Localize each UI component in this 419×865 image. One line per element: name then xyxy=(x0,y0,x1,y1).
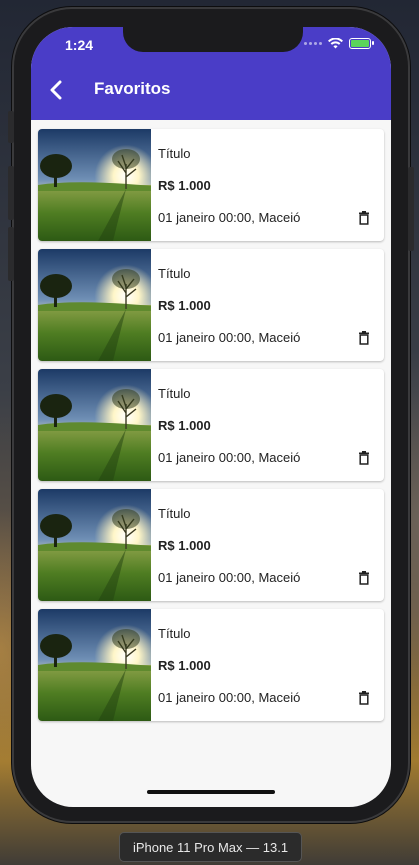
listing-date-location: 01 janeiro 00:00, Maceió xyxy=(158,690,301,705)
trash-icon xyxy=(359,571,369,585)
status-time: 1:24 xyxy=(65,37,94,53)
delete-button[interactable] xyxy=(358,451,370,465)
delete-button[interactable] xyxy=(358,691,370,705)
volume-down-button xyxy=(8,227,14,281)
chevron-left-icon xyxy=(50,80,62,100)
listing-image xyxy=(38,609,151,721)
listing-info: Título R$ 1.000 01 janeiro 00:00, Maceió xyxy=(151,609,384,721)
favorite-card[interactable]: Título R$ 1.000 01 janeiro 00:00, Maceió xyxy=(38,129,384,241)
app-screen: 1:24 Favoritos Título R$ 1.000 01 janeir… xyxy=(31,27,391,807)
delete-button[interactable] xyxy=(358,211,370,225)
listing-info: Título R$ 1.000 01 janeiro 00:00, Maceió xyxy=(151,129,384,241)
simulator-device-label: iPhone 11 Pro Max — 13.1 xyxy=(119,832,302,862)
listing-date-location: 01 janeiro 00:00, Maceió xyxy=(158,210,301,225)
listing-price: R$ 1.000 xyxy=(158,418,211,433)
app-bar: 1:24 Favoritos xyxy=(31,27,391,120)
trash-icon xyxy=(359,691,369,705)
listing-image xyxy=(38,489,151,601)
listing-date-location: 01 janeiro 00:00, Maceió xyxy=(158,450,301,465)
trash-icon xyxy=(359,211,369,225)
listing-date-location: 01 janeiro 00:00, Maceió xyxy=(158,330,301,345)
listing-price: R$ 1.000 xyxy=(158,658,211,673)
listing-info: Título R$ 1.000 01 janeiro 00:00, Maceió xyxy=(151,249,384,361)
listing-image xyxy=(38,249,151,361)
listing-date-location: 01 janeiro 00:00, Maceió xyxy=(158,570,301,585)
favorites-list: Título R$ 1.000 01 janeiro 00:00, Maceió xyxy=(38,129,384,729)
favorite-card[interactable]: Título R$ 1.000 01 janeiro 00:00, Maceió xyxy=(38,369,384,481)
listing-info: Título R$ 1.000 01 janeiro 00:00, Maceió xyxy=(151,369,384,481)
favorite-card[interactable]: Título R$ 1.000 01 janeiro 00:00, Maceió xyxy=(38,609,384,721)
status-icons xyxy=(304,38,374,49)
listing-price: R$ 1.000 xyxy=(158,178,211,193)
volume-up-button xyxy=(8,166,14,220)
notch xyxy=(123,27,303,52)
listing-image xyxy=(38,369,151,481)
battery-icon xyxy=(349,38,374,49)
listing-image xyxy=(38,129,151,241)
trash-icon xyxy=(359,451,369,465)
wifi-icon xyxy=(328,38,343,49)
home-indicator[interactable] xyxy=(147,790,275,794)
mute-switch xyxy=(8,111,14,143)
power-button xyxy=(408,167,414,251)
listing-title: Título xyxy=(158,506,191,521)
back-button[interactable] xyxy=(41,75,71,105)
listing-title: Título xyxy=(158,266,191,281)
favorite-card[interactable]: Título R$ 1.000 01 janeiro 00:00, Maceió xyxy=(38,489,384,601)
delete-button[interactable] xyxy=(358,331,370,345)
iphone-frame: 1:24 Favoritos Título R$ 1.000 01 janeir… xyxy=(8,9,414,821)
listing-info: Título R$ 1.000 01 janeiro 00:00, Maceió xyxy=(151,489,384,601)
delete-button[interactable] xyxy=(358,571,370,585)
trash-icon xyxy=(359,331,369,345)
listing-title: Título xyxy=(158,626,191,641)
page-title: Favoritos xyxy=(94,79,171,98)
signal-icon xyxy=(304,42,322,45)
listing-title: Título xyxy=(158,146,191,161)
listing-price: R$ 1.000 xyxy=(158,298,211,313)
listing-title: Título xyxy=(158,386,191,401)
favorite-card[interactable]: Título R$ 1.000 01 janeiro 00:00, Maceió xyxy=(38,249,384,361)
listing-price: R$ 1.000 xyxy=(158,538,211,553)
